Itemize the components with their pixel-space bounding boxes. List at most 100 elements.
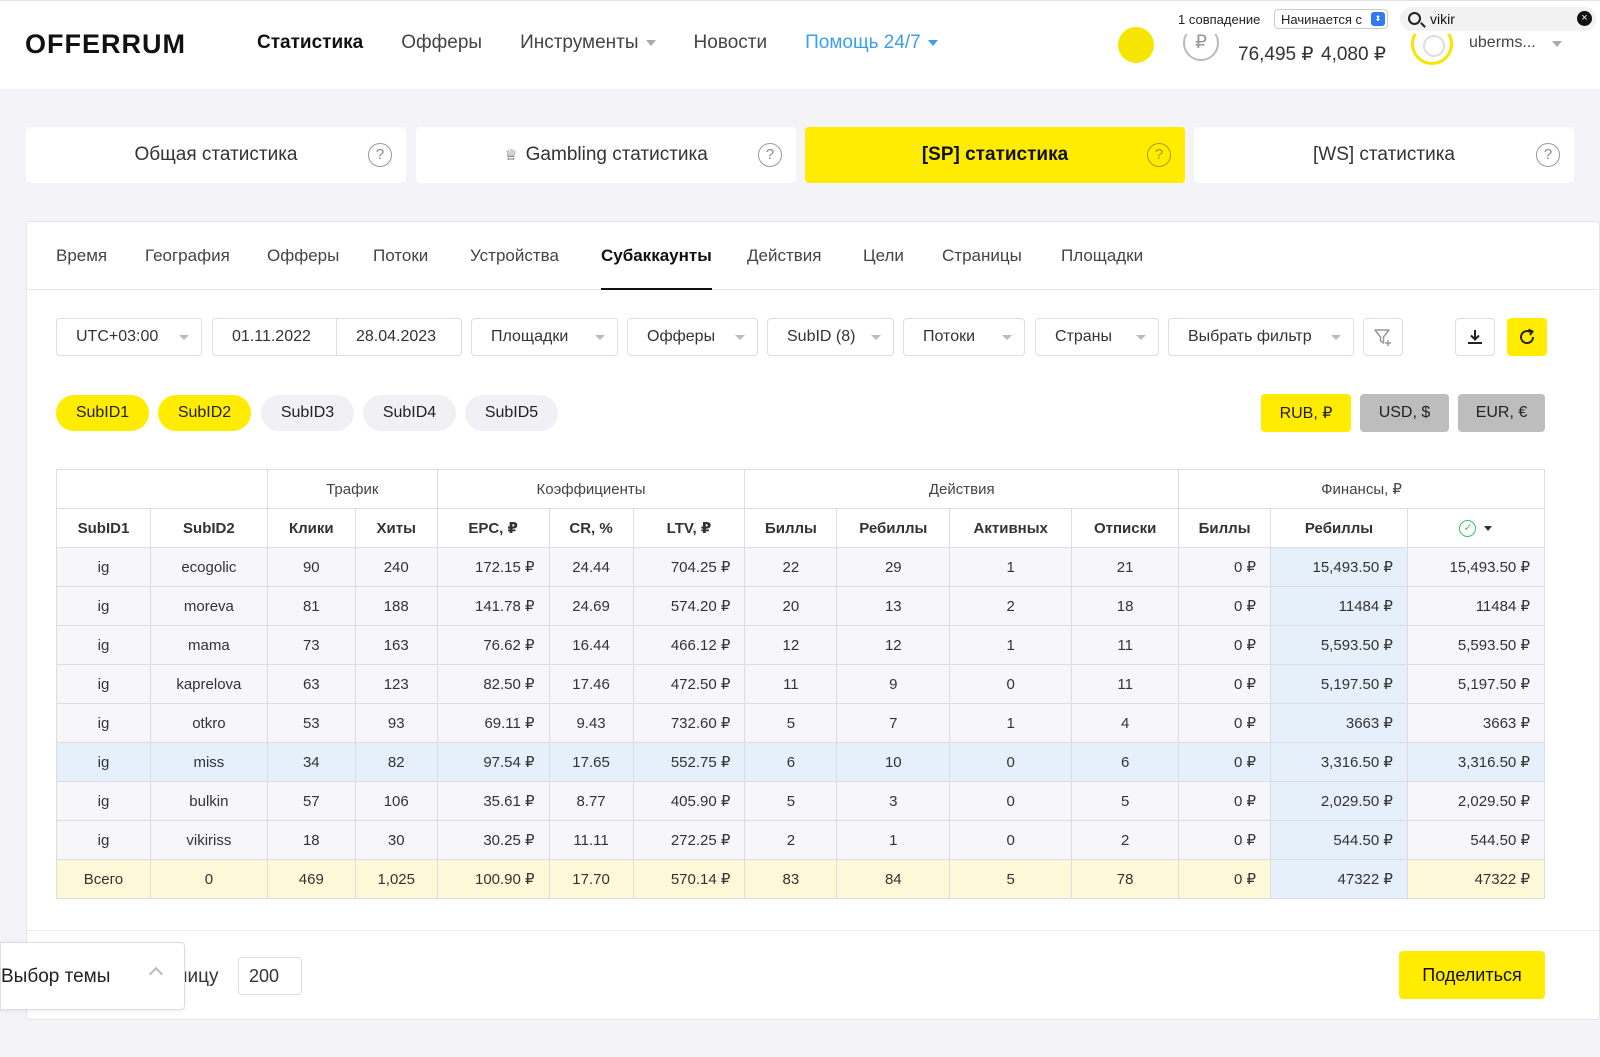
table-cell: 24.69: [548, 586, 634, 626]
platforms-select[interactable]: Площадки: [471, 318, 618, 356]
currency-eur[interactable]: EUR, €: [1458, 394, 1545, 432]
streams-select[interactable]: Потоки: [903, 318, 1025, 356]
table-cell: 0 ₽: [1178, 586, 1272, 626]
subtab-goals[interactable]: Цели: [863, 246, 904, 290]
choose-filter-select[interactable]: Выбрать фильтр: [1168, 318, 1354, 356]
table-cell: 84: [836, 859, 951, 899]
theme-selector[interactable]: Выбор темы: [0, 942, 185, 1010]
col-header[interactable]: CR, %: [548, 508, 634, 548]
per-page-input[interactable]: 200: [238, 957, 302, 995]
date-to-input[interactable]: 28.04.2023: [336, 318, 462, 356]
username[interactable]: uberms...: [1469, 34, 1536, 52]
subtab-platforms[interactable]: Площадки: [1061, 246, 1143, 290]
subtab-subaccounts[interactable]: Субаккаунты: [601, 246, 712, 290]
table-cell: 78: [1071, 859, 1180, 899]
col-header[interactable]: Активных: [949, 508, 1073, 548]
col-header[interactable]: Ребиллы: [1270, 508, 1408, 548]
subtab-geography[interactable]: География: [145, 246, 230, 290]
col-header[interactable]: SubID1: [56, 508, 151, 548]
help-icon[interactable]: ?: [368, 143, 392, 167]
help-icon[interactable]: ?: [758, 143, 782, 167]
subtab-actions[interactable]: Действия: [747, 246, 821, 290]
countries-select[interactable]: Страны: [1035, 318, 1159, 356]
col-header[interactable]: Биллы: [744, 508, 838, 548]
subid-pill-4[interactable]: SubID4: [363, 395, 456, 431]
tab-gambling-stats[interactable]: ♕ Gambling статистика ?: [416, 127, 796, 183]
table-cell: 47322 ₽: [1406, 859, 1546, 899]
table-cell: miss: [149, 742, 268, 782]
table-cell: 18: [1071, 586, 1180, 626]
table-cell: ig: [56, 781, 151, 821]
chevron-down-icon[interactable]: [1552, 41, 1562, 47]
find-input[interactable]: vikir ×: [1400, 7, 1596, 31]
table-cell: 5: [1071, 781, 1180, 821]
table-cell: 35.61 ₽: [436, 781, 550, 821]
col-header[interactable]: Ребиллы: [836, 508, 951, 548]
refresh-button[interactable]: [1507, 318, 1547, 356]
subid-pill-2[interactable]: SubID2: [158, 395, 251, 431]
col-header[interactable]: SubID2: [149, 508, 268, 548]
column-settings-button[interactable]: ✓: [1406, 508, 1546, 548]
table-cell: 188: [354, 586, 438, 626]
clear-icon[interactable]: ×: [1577, 11, 1592, 26]
filter-add-button[interactable]: [1363, 318, 1403, 356]
timezone-value: UTC+03:00: [76, 328, 159, 345]
col-header[interactable]: Клики: [266, 508, 356, 548]
table-cell: 123: [354, 664, 438, 704]
offers-select[interactable]: Офферы: [627, 318, 758, 356]
col-header[interactable]: Биллы: [1178, 508, 1272, 548]
table-cell: 90: [266, 547, 356, 587]
share-button[interactable]: Поделиться: [1399, 951, 1545, 999]
table-cell: kaprelova: [149, 664, 268, 704]
table-cell: 1,025: [354, 859, 438, 899]
help-icon[interactable]: ?: [1536, 143, 1560, 167]
subtab-offers[interactable]: Офферы: [267, 246, 339, 290]
subid-pill-3[interactable]: SubID3: [261, 395, 354, 431]
table-cell: 552.75 ₽: [632, 742, 746, 782]
subtab-streams[interactable]: Потоки: [373, 246, 428, 290]
tab-ws-stats[interactable]: [WS] статистика ?: [1194, 127, 1574, 183]
table-cell: 76.62 ₽: [436, 625, 550, 665]
subtab-time[interactable]: Время: [56, 246, 107, 290]
tab-general-stats[interactable]: Общая статистика ?: [26, 127, 406, 183]
table-cell: 69.11 ₽: [436, 703, 550, 743]
table-cell: 3,316.50 ₽: [1406, 742, 1546, 782]
subid-pill-1[interactable]: SubID1: [56, 395, 149, 431]
nav-news[interactable]: Новости: [694, 32, 768, 54]
nav-help[interactable]: Помощь 24/7: [805, 32, 938, 54]
subtab-devices[interactable]: Устройства: [470, 246, 559, 290]
table-cell: 472.50 ₽: [632, 664, 746, 704]
help-icon[interactable]: ?: [1147, 143, 1171, 167]
group-empty: [56, 469, 268, 509]
table-cell: 11: [744, 664, 838, 704]
col-header[interactable]: Хиты: [354, 508, 438, 548]
table-cell: 5,197.50 ₽: [1270, 664, 1408, 704]
nav-tools[interactable]: Инструменты: [520, 32, 656, 54]
download-button[interactable]: [1455, 318, 1495, 356]
col-header[interactable]: EPC, ₽: [436, 508, 550, 548]
chevron-up-icon[interactable]: [148, 966, 164, 982]
col-header[interactable]: Отписки: [1071, 508, 1180, 548]
table-cell: ig: [56, 625, 151, 665]
logo[interactable]: OFFERRUM: [25, 29, 186, 60]
currency-usd[interactable]: USD, $: [1360, 394, 1449, 432]
table-cell: 11484 ₽: [1270, 586, 1408, 626]
tab-sp-stats[interactable]: [SP] статистика ?: [805, 127, 1185, 183]
table-cell: 1: [836, 820, 951, 860]
nav-statistics[interactable]: Статистика: [257, 32, 363, 54]
table-cell: 106: [354, 781, 438, 821]
subid-select[interactable]: SubID (8): [767, 318, 894, 356]
table-cell: 704.25 ₽: [632, 547, 746, 587]
table-row: ig miss 34 82 97.54 ₽17.65 552.75 ₽6 10 0 6 0 ₽3,…: [56, 742, 1546, 782]
table-cell: 5,197.50 ₽: [1406, 664, 1546, 704]
date-from-input[interactable]: 01.11.2022: [212, 318, 337, 356]
table-cell: 2: [949, 586, 1073, 626]
find-mode-select[interactable]: Начинается с ⬍: [1274, 9, 1388, 29]
col-header[interactable]: LTV, ₽: [632, 508, 746, 548]
currency-rub[interactable]: RUB, ₽: [1261, 394, 1351, 432]
subid-pill-5[interactable]: SubID5: [465, 395, 558, 431]
table-cell: 63: [266, 664, 356, 704]
nav-offers[interactable]: Офферы: [401, 32, 482, 54]
timezone-select[interactable]: UTC+03:00: [56, 318, 202, 356]
subtab-pages[interactable]: Страницы: [942, 246, 1022, 290]
